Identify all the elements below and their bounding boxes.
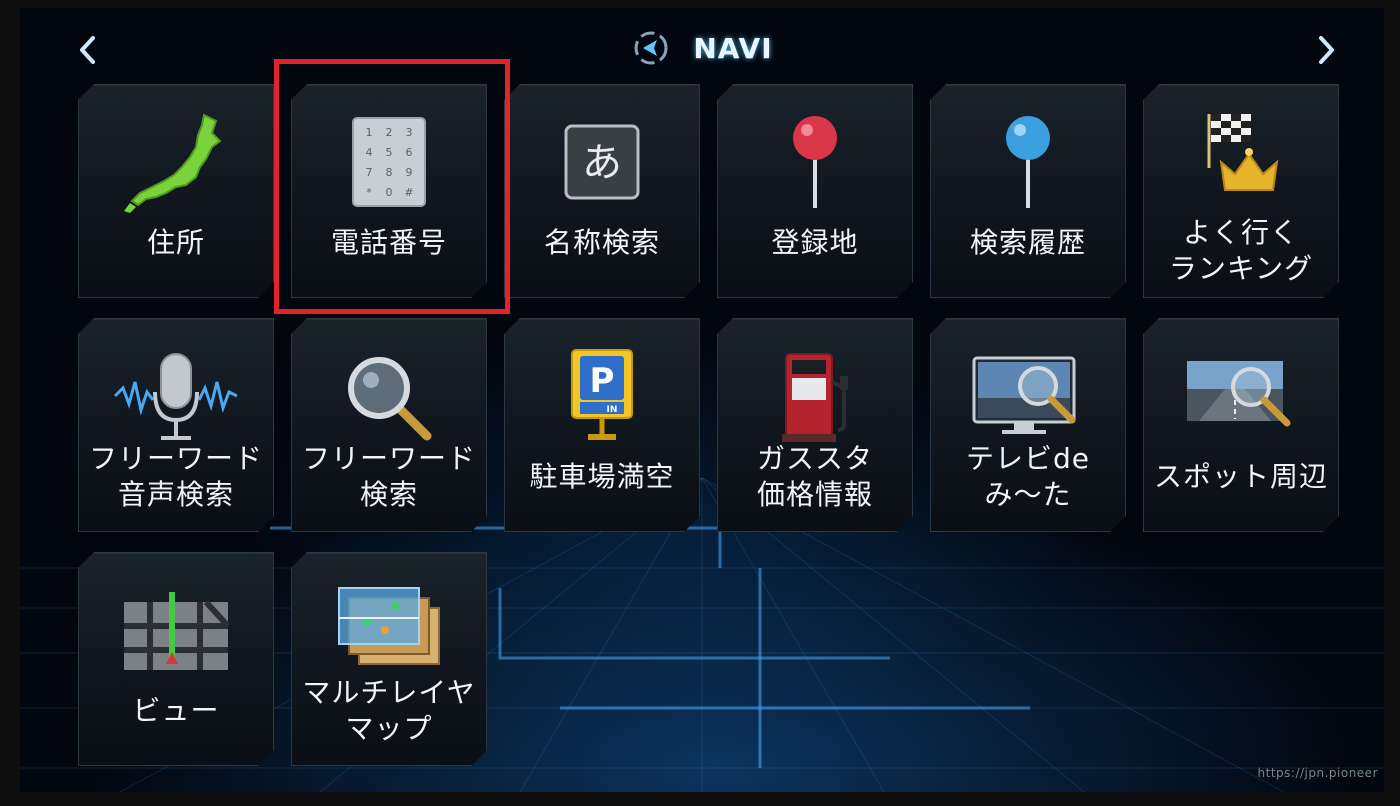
svg-text:8: 8 [386, 166, 393, 179]
menu-item-phone-number[interactable]: 123 456 789 * 0 # 電話番号 [291, 84, 487, 298]
gas-pump-icon [770, 346, 860, 446]
svg-text:*: * [366, 186, 372, 199]
svg-text:あ: あ [582, 140, 622, 186]
map-view-icon [116, 582, 236, 678]
menu-item-label: 電話番号 [330, 226, 447, 259]
tv-magnifier-icon [968, 348, 1088, 444]
road-magnifier-icon [1181, 351, 1301, 441]
checkered-flag-crown-icon [1191, 106, 1291, 196]
multi-layer-map-icon [329, 578, 449, 674]
menu-item-parking-availability[interactable]: P IN 駐車場満空 [504, 318, 700, 532]
menu-item-label: ビュー [132, 694, 220, 727]
header-bar: NAVI [20, 8, 1384, 92]
header-title-area: NAVI [20, 26, 1384, 70]
menu-item-spot-nearby[interactable]: スポット周辺 [1143, 318, 1339, 532]
svg-text:IN: IN [607, 405, 618, 415]
menu-item-voice-freeword-search[interactable]: フリーワード 音声検索 [78, 318, 274, 532]
svg-text:6: 6 [406, 146, 413, 159]
svg-text:4: 4 [366, 146, 373, 159]
menu-item-label: スポット周辺 [1153, 460, 1328, 493]
svg-text:P: P [590, 361, 615, 401]
blue-pin-icon [998, 112, 1058, 212]
svg-text:1: 1 [366, 126, 373, 139]
menu-item-label: 登録地 [771, 226, 859, 259]
menu-item-view[interactable]: ビュー [78, 552, 274, 766]
menu-item-label: マルチレイヤ マップ [302, 676, 476, 745]
navi-screen: NAVI 住所 123 456 789 * 0 # 電話番号 あ 名称検索 登録… [20, 8, 1384, 792]
svg-text:#: # [404, 186, 413, 199]
svg-text:2: 2 [386, 126, 393, 139]
menu-item-registered-places[interactable]: 登録地 [717, 84, 913, 298]
menu-item-frequent-ranking[interactable]: よく行く ランキング [1143, 84, 1339, 298]
parking-sign-icon: P IN [562, 346, 642, 446]
menu-item-label: 駐車場満空 [529, 460, 675, 493]
menu-item-gas-price-info[interactable]: ガススタ 価格情報 [717, 318, 913, 532]
magnifier-icon [339, 348, 439, 444]
menu-item-tv-de-mita[interactable]: テレビde み〜た [930, 318, 1126, 532]
microphone-icon [111, 348, 241, 444]
menu-item-label: ガススタ 価格情報 [756, 442, 873, 511]
menu-item-search-history[interactable]: 検索履歴 [930, 84, 1126, 298]
japan-map-icon [116, 107, 236, 217]
svg-text:0: 0 [386, 186, 393, 199]
menu-item-label: 検索履歴 [969, 226, 1086, 259]
menu-item-label: テレビde み〜た [965, 442, 1090, 511]
menu-item-name-search[interactable]: あ 名称検索 [504, 84, 700, 298]
svg-text:5: 5 [386, 146, 393, 159]
svg-text:3: 3 [406, 126, 413, 139]
watermark-text: https://jpn.pioneer [1257, 766, 1378, 780]
menu-item-label: よく行く ランキング [1168, 216, 1314, 285]
menu-item-address[interactable]: 住所 [78, 84, 274, 298]
red-pin-icon [785, 112, 845, 212]
chevron-right-icon [1319, 36, 1334, 64]
navi-mode-icon [634, 31, 668, 65]
svg-text:9: 9 [406, 166, 413, 179]
svg-text:7: 7 [366, 166, 373, 179]
hiragana-a-icon: あ [562, 122, 642, 202]
menu-item-label: 名称検索 [543, 226, 660, 259]
page-title: NAVI [693, 31, 773, 65]
keypad-icon: 123 456 789 * 0 # [349, 114, 429, 210]
menu-item-freeword-search[interactable]: フリーワード 検索 [291, 318, 487, 532]
menu-item-label: フリーワード 検索 [301, 442, 476, 511]
menu-item-label: 住所 [146, 226, 205, 259]
next-page-button[interactable] [1306, 26, 1346, 74]
menu-item-label: フリーワード 音声検索 [88, 442, 263, 511]
menu-item-multi-layer-map[interactable]: マルチレイヤ マップ [291, 552, 487, 766]
